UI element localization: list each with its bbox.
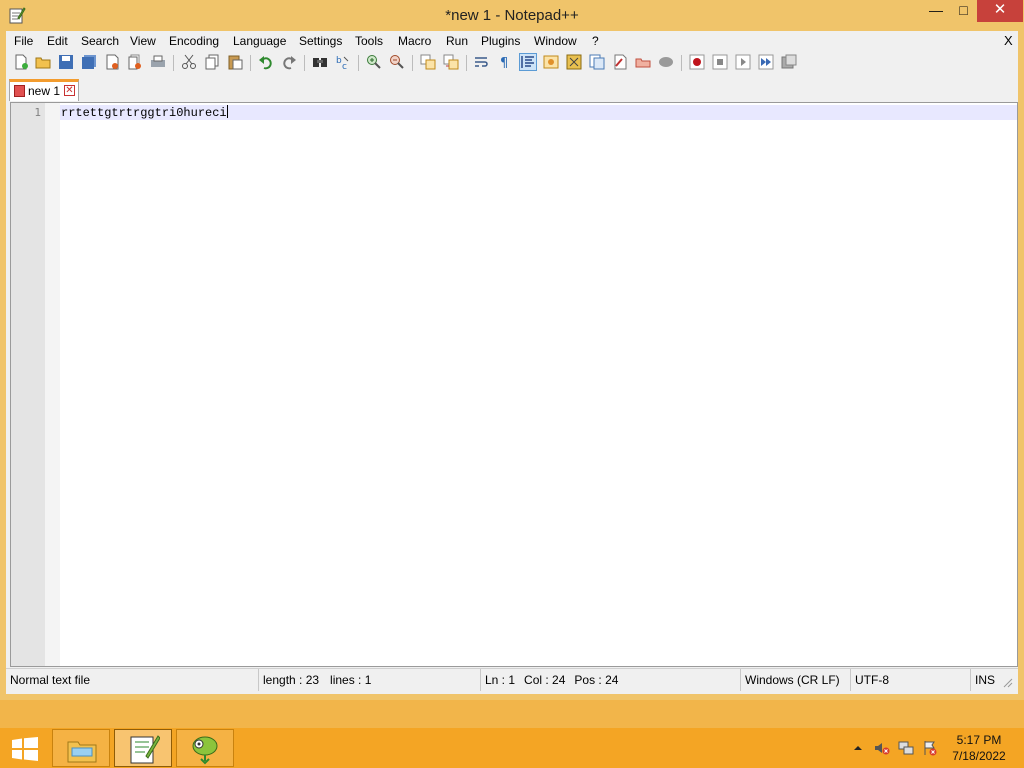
new-file-icon[interactable] [13,54,29,70]
menu-plugins[interactable]: Plugins [481,34,520,48]
indent-guide-icon[interactable] [519,53,537,71]
sync-vertical-icon[interactable] [420,54,436,70]
notepad-plus-plus-icon [130,735,160,764]
replace-icon[interactable]: bc [335,54,351,70]
status-encoding: UTF-8 [850,669,970,691]
sync-horizontal-icon[interactable] [443,54,459,70]
taskbar: 5:17 PM 7/18/2022 [0,728,1024,768]
status-file-type: Normal text file [10,673,91,687]
menu-encoding[interactable]: Encoding [169,34,219,48]
action-center-icon[interactable] [922,740,938,756]
menu-settings[interactable]: Settings [299,34,342,48]
clock-time[interactable]: 5:17 PM [944,733,1014,747]
tab-label: new 1 [28,84,61,98]
fold-margin[interactable] [45,103,60,666]
app-body: File Edit Search View Encoding Language … [6,31,1018,694]
record-macro-icon[interactable] [689,54,705,70]
tab-close-icon[interactable]: ✕ [64,85,75,96]
menu-bar: File Edit Search View Encoding Language … [6,31,1018,51]
line-number-margin: 1 [11,103,45,666]
save-macro-icon[interactable] [781,54,797,70]
save-all-icon[interactable] [81,54,97,70]
zoom-in-icon[interactable] [366,54,382,70]
document-map-icon[interactable] [566,54,582,70]
copy-icon[interactable] [204,54,220,70]
status-pos: Pos : 24 [574,673,619,687]
menu-window[interactable]: Window [534,34,577,48]
menu-file[interactable]: File [14,34,33,48]
function-list-icon[interactable] [589,54,605,70]
word-wrap-icon[interactable] [474,54,490,70]
start-button[interactable] [0,729,48,767]
save-icon[interactable] [58,54,74,70]
paste-icon[interactable] [227,54,243,70]
taskbar-chameleon-app[interactable] [176,729,234,767]
svg-text:¶: ¶ [500,56,508,70]
taskbar-notepad-plus-plus[interactable] [114,729,172,767]
find-icon[interactable] [312,54,328,70]
zoom-out-icon[interactable] [389,54,405,70]
menu-help[interactable]: ? [592,34,599,48]
tab-bar: new 1 ✕ [6,77,1018,101]
run-macro-multiple-icon[interactable] [758,54,774,70]
playback-macro-icon[interactable] [735,54,751,70]
status-ln: Ln : 1 [485,673,516,687]
menu-search[interactable]: Search [81,34,119,48]
window-title: *new 1 - Notepad++ [445,7,579,24]
status-lines: lines : 1 [330,673,372,687]
menu-language[interactable]: Language [233,34,286,48]
menu-tools[interactable]: Tools [355,34,383,48]
maximize-button[interactable]: □ [950,0,977,22]
resize-grip-icon[interactable] [1002,677,1014,689]
menu-run[interactable]: Run [446,34,468,48]
editor-area[interactable]: 1 rrtettgtrtrggtri0hureci [10,102,1018,667]
tab-new-1[interactable]: new 1 ✕ [9,79,79,101]
line-text[interactable]: rrtettgtrtrggtri0hureci [61,106,227,120]
menu-edit[interactable]: Edit [47,34,68,48]
close-document-button[interactable]: X [1004,33,1013,48]
monitoring-icon[interactable] [635,54,651,70]
unsaved-file-icon [14,85,25,97]
show-all-chars-icon[interactable]: ¶ [497,54,513,70]
text-caret [226,105,228,118]
redo-icon[interactable] [281,54,297,70]
close-icon[interactable] [104,54,120,70]
status-insert-mode: INS [970,669,1002,691]
print-icon[interactable] [150,54,166,70]
close-window-button[interactable]: ✕ [977,0,1023,22]
minimize-button[interactable]: — [922,0,950,22]
status-length-lines: length : 23 lines : 1 [258,669,482,691]
taskbar-file-explorer[interactable] [52,729,110,767]
start-icon [12,737,38,761]
menu-macro[interactable]: Macro [398,34,431,48]
status-position: Ln : 1 Col : 24 Pos : 24 [480,669,740,691]
svg-text:c: c [342,62,347,70]
cut-icon[interactable] [181,54,197,70]
status-length: length : 23 [263,673,320,687]
status-col: Col : 24 [524,673,566,687]
open-file-icon[interactable] [35,54,51,70]
title-bar[interactable]: *new 1 - Notepad++ — □ ✕ [0,0,1024,31]
notepad-plus-plus-window: *new 1 - Notepad++ — □ ✕ File Edit Searc… [0,0,1024,700]
status-eol: Windows (CR LF) [740,669,850,691]
undo-icon[interactable] [258,54,274,70]
chameleon-app-icon [192,736,218,765]
menu-view[interactable]: View [130,34,156,48]
show-hidden-icons-icon[interactable] [850,740,866,756]
stop-recording-icon[interactable] [712,54,728,70]
user-defined-language-icon[interactable] [543,54,559,70]
text-content[interactable]: rrtettgtrtrggtri0hureci [61,105,228,121]
close-all-icon[interactable] [127,54,143,70]
toolbar: bc ¶ [6,51,1018,75]
folder-as-workspace-icon[interactable] [612,54,628,70]
clock-date[interactable]: 7/18/2022 [944,749,1014,763]
macro-panel-icon[interactable] [658,54,674,70]
line-number: 1 [34,106,41,119]
volume-muted-icon[interactable] [874,740,890,756]
status-bar: Normal text file length : 23 lines : 1 Ln… [6,668,1018,691]
file-explorer-icon [67,741,97,763]
network-icon[interactable] [898,740,914,756]
